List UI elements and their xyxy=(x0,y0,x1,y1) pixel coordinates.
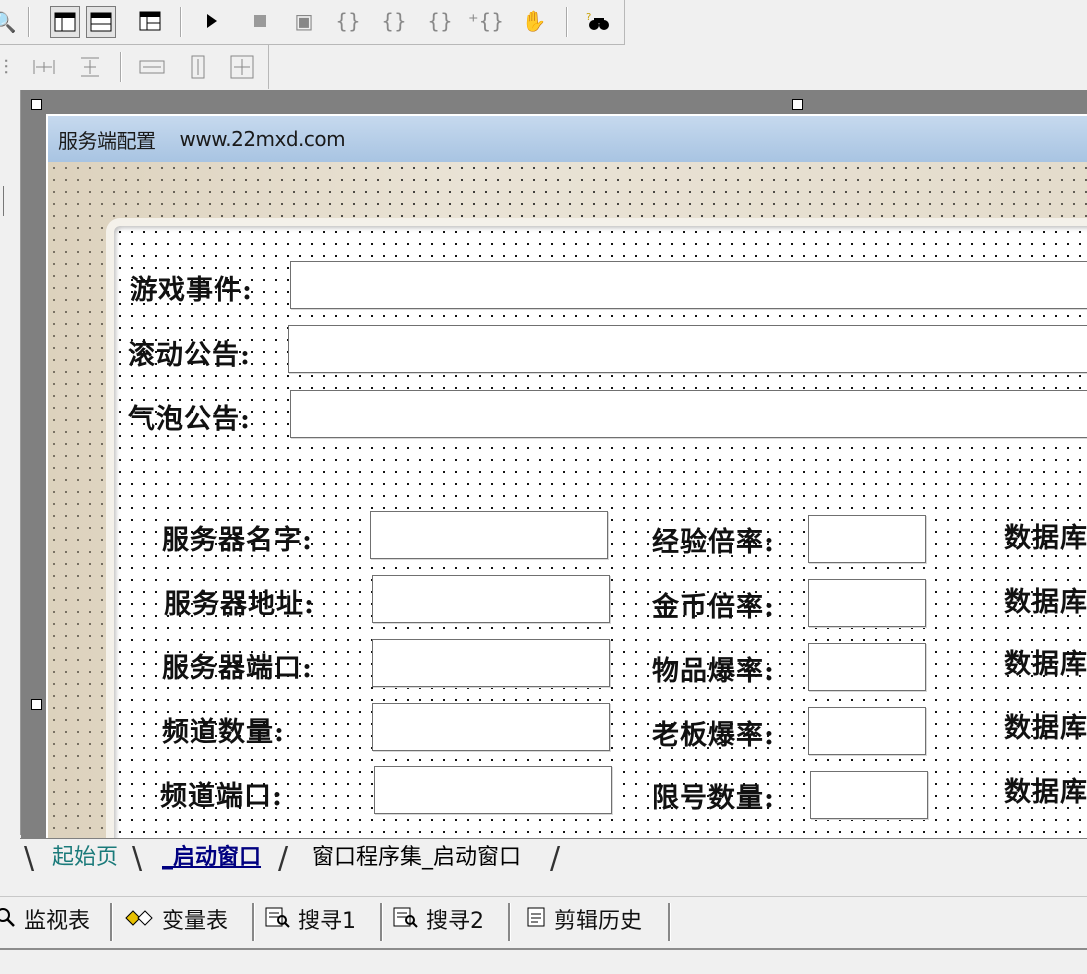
window-titlebar: 服务端配置 www.22mxd.com xyxy=(48,116,1087,162)
step-icon[interactable]: ▣ xyxy=(290,6,318,36)
channel-count-input[interactable] xyxy=(372,703,610,751)
label-database-5: 数据库 xyxy=(1004,777,1087,808)
gold-rate-input[interactable] xyxy=(808,579,926,627)
gutter-marker xyxy=(3,186,4,216)
tab-variables[interactable]: 变量表 xyxy=(124,905,228,939)
layout-rows-icon[interactable] xyxy=(86,6,116,38)
find-binoculars-icon[interactable]: ? xyxy=(584,6,612,36)
toolbar-separator xyxy=(120,52,122,82)
tab-separator xyxy=(668,903,671,941)
same-width-icon[interactable] xyxy=(138,52,166,82)
server-address-input[interactable] xyxy=(372,575,610,623)
stop-icon[interactable] xyxy=(246,6,274,36)
tab-clip-history-label: 剪辑历史 xyxy=(554,909,643,934)
tab-start-page[interactable]: 起始页 xyxy=(40,843,130,873)
window-title: 服务端配置 xyxy=(58,128,156,153)
step-in-icon[interactable]: {} xyxy=(334,6,362,36)
tab-separator xyxy=(508,903,511,941)
same-size-icon[interactable] xyxy=(228,52,256,82)
tab-separator xyxy=(110,903,113,941)
left-gutter xyxy=(0,90,21,835)
tab-separator xyxy=(252,903,255,941)
bubble-notice-input[interactable] xyxy=(290,390,1087,438)
scroll-notice-input[interactable] xyxy=(288,325,1087,373)
tab-watch-label: 监视表 xyxy=(24,909,91,934)
bottom-rule xyxy=(0,948,1087,950)
tab-search-2-label: 搜寻2 xyxy=(426,909,484,934)
label-server-address: 服务器地址: xyxy=(164,589,315,620)
label-gold-rate: 金币倍率: xyxy=(652,592,775,623)
editor-tabs: \ 起始页 \ _启动窗口 / 窗口程序集_启动窗口 / xyxy=(20,838,1087,879)
resize-handle[interactable] xyxy=(792,99,803,110)
bottom-pane-tabs: 监视表 变量表 搜寻1 搜寻2 剪辑历史 xyxy=(0,896,1087,947)
align-icon[interactable]: ⫶ xyxy=(0,52,20,82)
layout-columns-icon[interactable] xyxy=(50,6,80,38)
tab-separator xyxy=(380,903,383,941)
server-port-input[interactable] xyxy=(372,639,610,687)
tab-clip-history[interactable]: 剪辑历史 xyxy=(526,905,642,939)
search-results-icon xyxy=(264,905,290,939)
variables-icon xyxy=(124,905,154,939)
tab-startup-window[interactable]: _启动窗口 xyxy=(150,843,273,873)
magnifier-icon xyxy=(0,905,16,939)
boss-drop-rate-input[interactable] xyxy=(808,707,926,755)
tab-variables-label: 变量表 xyxy=(162,909,229,934)
tab-window-assembly[interactable]: 窗口程序集_启动窗口 xyxy=(300,843,533,873)
tab-divider: / xyxy=(278,841,289,876)
run-to-cursor-icon[interactable]: ⁺{} xyxy=(468,6,504,36)
space-horizontal-icon[interactable] xyxy=(30,52,58,82)
hand-icon[interactable]: ✋ xyxy=(520,6,548,36)
toolbar-separator xyxy=(566,7,568,37)
label-exp-rate: 经验倍率: xyxy=(652,527,775,558)
account-limit-input[interactable] xyxy=(810,771,928,819)
label-database-2: 数据库 xyxy=(1004,587,1087,618)
search-results-icon xyxy=(392,905,418,939)
label-bubble-notice: 气泡公告: xyxy=(128,404,251,435)
resize-handle[interactable] xyxy=(31,99,42,110)
tab-search-2[interactable]: 搜寻2 xyxy=(392,905,484,939)
label-database-1: 数据库 xyxy=(1004,523,1087,554)
label-scroll-notice: 滚动公告: xyxy=(128,340,251,371)
label-game-event: 游戏事件: xyxy=(130,275,253,306)
layout-grid-icon[interactable] xyxy=(136,6,164,36)
label-item-drop-rate: 物品爆率: xyxy=(652,656,775,687)
label-channel-port: 频道端口: xyxy=(160,781,283,812)
game-event-input[interactable] xyxy=(290,261,1087,309)
clipboard-icon xyxy=(526,905,546,939)
svg-text:?: ? xyxy=(586,12,591,23)
tab-divider: / xyxy=(550,841,561,876)
window-url: www.22mxd.com xyxy=(179,127,346,151)
channel-port-input[interactable] xyxy=(374,766,612,814)
step-over-icon[interactable]: {} xyxy=(380,6,408,36)
tab-search-1-label: 搜寻1 xyxy=(298,909,356,934)
tab-divider: \ xyxy=(132,841,143,876)
server-name-input[interactable] xyxy=(370,511,608,559)
label-account-limit: 限号数量: xyxy=(652,783,775,814)
layout-toolbar: ⫶ xyxy=(0,45,269,89)
toolbar-separator xyxy=(180,7,182,37)
tab-divider: \ xyxy=(24,841,35,876)
space-vertical-icon[interactable] xyxy=(76,52,104,82)
tab-watch[interactable]: 监视表 xyxy=(0,905,90,939)
label-boss-drop-rate: 老板爆率: xyxy=(652,720,775,751)
same-height-icon[interactable] xyxy=(184,52,212,82)
label-server-port: 服务器端口: xyxy=(162,653,313,684)
resize-handle[interactable] xyxy=(31,699,42,710)
label-channel-count: 频道数量: xyxy=(162,717,285,748)
exp-rate-input[interactable] xyxy=(808,515,926,563)
label-database-3: 数据库 xyxy=(1004,649,1087,680)
col3-clip: 数据库 数据库 数据库 数据库 数据库 xyxy=(1000,500,1087,820)
label-database-4: 数据库 xyxy=(1004,713,1087,744)
main-toolbar: 🔍 ▣ {} {} {} ⁺{} ✋ ? xyxy=(0,0,625,45)
step-out-icon[interactable]: {} xyxy=(426,6,454,36)
toolbar-separator xyxy=(28,7,30,37)
label-server-name: 服务器名字: xyxy=(162,525,313,556)
run-icon[interactable] xyxy=(198,6,226,36)
search-icon[interactable]: 🔍 xyxy=(0,7,18,37)
item-drop-rate-input[interactable] xyxy=(808,643,926,691)
tab-search-1[interactable]: 搜寻1 xyxy=(264,905,356,939)
